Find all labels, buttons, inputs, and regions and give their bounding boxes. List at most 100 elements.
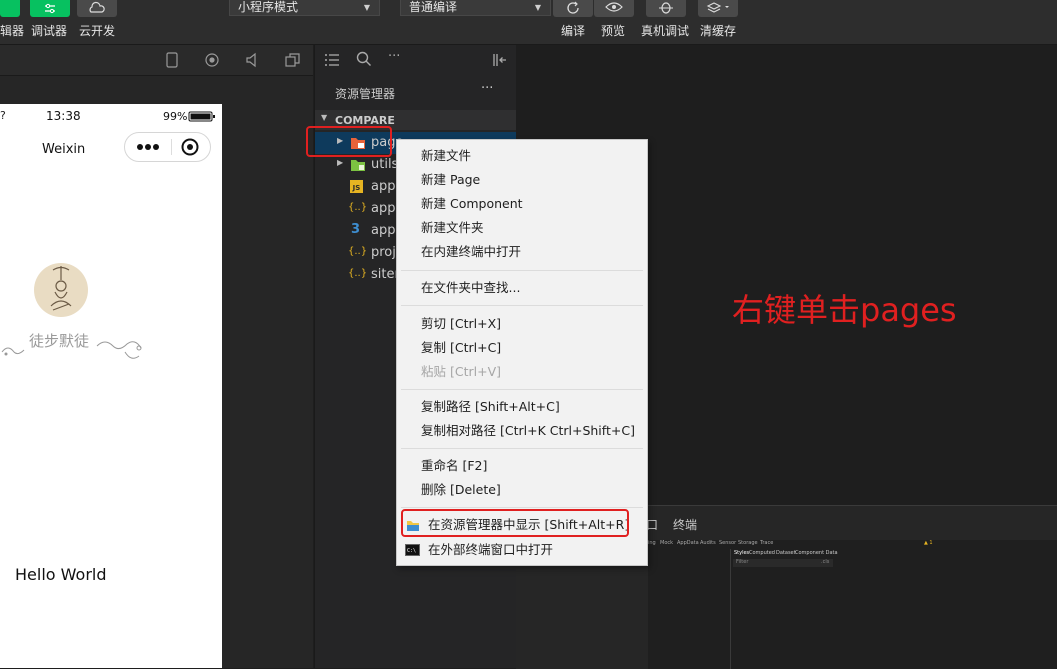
- devtools-tab[interactable]: Audits: [700, 540, 716, 546]
- eye-icon: [605, 2, 623, 12]
- record-icon[interactable]: [204, 52, 220, 68]
- tree-label: utils: [371, 157, 399, 172]
- clear-cache-button[interactable]: [698, 0, 738, 17]
- bug-icon: [659, 2, 673, 14]
- css-file-icon: 3: [351, 222, 361, 237]
- nickname: 徒步默徒: [29, 332, 90, 350]
- list-icon[interactable]: [324, 52, 340, 68]
- compile-select-value: 普通编译: [409, 0, 458, 14]
- subtab-computed[interactable]: Computed: [749, 550, 775, 556]
- close-capsule-icon[interactable]: [180, 137, 200, 157]
- simulator-toolbar: [0, 45, 313, 76]
- toolbar-label-editor: 辑器: [0, 24, 25, 38]
- devtools-tab[interactable]: Mock: [660, 540, 673, 546]
- devtools-tab[interactable]: Trace: [760, 540, 773, 546]
- menu-item-delete[interactable]: 删除 [Delete]: [421, 479, 501, 501]
- highlight-reveal-box: [401, 509, 629, 537]
- menu-item-new-component[interactable]: 新建 Component: [421, 193, 523, 215]
- collapse-panel-icon[interactable]: [492, 52, 508, 68]
- toolbar-label-preview: 预览: [601, 24, 626, 38]
- volume-icon[interactable]: [244, 52, 260, 68]
- warning-count: ▲ 1: [924, 540, 933, 546]
- subtab-dataset[interactable]: Dataset: [776, 550, 796, 556]
- menu-item-new-page[interactable]: 新建 Page: [421, 169, 480, 191]
- explorer-more-button[interactable]: ···: [481, 81, 493, 96]
- styles-subtabs: Styles Computed Dataset Component Data: [732, 550, 954, 558]
- svg-text:C:\: C:\: [407, 548, 416, 554]
- toolbar-label-debugger: 调试器: [31, 24, 68, 38]
- nickname-ornament-right-icon: [96, 341, 142, 359]
- devtools-tab[interactable]: Sensor: [719, 540, 736, 546]
- chevron-down-icon: ▼: [321, 113, 328, 122]
- terminal-icon: C:\: [405, 544, 420, 556]
- cls-toggle[interactable]: .cls: [821, 559, 829, 565]
- js-file-icon: JS: [350, 180, 363, 193]
- capsule-menu[interactable]: [124, 132, 211, 162]
- battery-percent: 99%: [163, 110, 188, 123]
- more-dots-icon[interactable]: [135, 142, 165, 152]
- folder-utils-icon: [351, 160, 365, 171]
- devtools-tabs: ing Mock AppData Audits Sensor Storage T…: [648, 540, 1057, 549]
- menu-item-cut[interactable]: 剪切 [Ctrl+X]: [421, 313, 501, 335]
- devtools-tab[interactable]: AppData: [677, 540, 699, 546]
- tab-terminal[interactable]: 终端: [673, 516, 697, 533]
- hello-text: Hello World: [15, 565, 107, 584]
- compile-mode-select[interactable]: 普通编译 ▼: [400, 0, 551, 16]
- chevron-right-icon: ▶: [337, 158, 344, 167]
- mode-select[interactable]: 小程序模式 ▼: [229, 0, 380, 16]
- highlight-pages-box: [306, 126, 392, 157]
- menu-item-copy-relative-path[interactable]: 复制相对路径 [Ctrl+K Ctrl+Shift+C]: [421, 420, 635, 442]
- nickname-ornament-left-icon: [1, 347, 25, 356]
- devtools-area: ing Mock AppData Audits Sensor Storage T…: [648, 540, 1057, 669]
- json-file-icon: {..}: [348, 268, 368, 279]
- top-toolbar: 辑器 调试器 云开发 小程序模式 ▼ 普通编译 ▼ 编译 预览 真机调试 清缓存: [0, 0, 1057, 45]
- menu-item-paste: 粘贴 [Ctrl+V]: [421, 364, 501, 379]
- toolbar-label-cloud: 云开发: [79, 24, 116, 38]
- cloud-icon: [89, 1, 105, 13]
- status-time: 13:38: [46, 109, 81, 123]
- avatar: [34, 263, 88, 317]
- more-options-icon[interactable]: ···: [388, 49, 400, 64]
- subtab-styles[interactable]: Styles: [734, 550, 749, 556]
- menu-item-copy[interactable]: 复制 [Ctrl+C]: [421, 337, 501, 359]
- refresh-icon: [567, 1, 579, 14]
- menu-item-rename[interactable]: 重命名 [F2]: [421, 455, 487, 477]
- editor-toggle-button[interactable]: [0, 0, 20, 17]
- subtab-component-data[interactable]: Component Data: [795, 550, 838, 556]
- sliders-icon: [45, 3, 55, 14]
- caret-down-icon: ▼: [363, 3, 370, 12]
- devtools-tab[interactable]: ing: [648, 540, 656, 546]
- phone-screen: ? 13:38 99% Weixin 徒步默徒 Hello World: [0, 104, 222, 668]
- json-file-icon: {..}: [348, 202, 368, 213]
- search-icon[interactable]: [356, 51, 372, 67]
- menu-item-new-folder[interactable]: 新建文件夹: [421, 217, 484, 239]
- menu-item-open-external-terminal[interactable]: 在外部终端窗口中打开: [428, 539, 553, 561]
- layers-icon: [706, 2, 729, 13]
- menu-item-open-terminal[interactable]: 在内建终端中打开: [421, 241, 521, 263]
- context-menu: 新建文件 新建 Page 新建 Component 新建文件夹 在内建终端中打开…: [396, 139, 648, 566]
- annotation-text: 右键单击pages: [732, 291, 957, 329]
- battery-icon: [188, 111, 215, 122]
- json-file-icon: {..}: [348, 246, 368, 257]
- remote-debug-button[interactable]: [646, 0, 686, 17]
- preview-button[interactable]: [594, 0, 634, 17]
- debugger-toggle-button[interactable]: [30, 0, 70, 17]
- compile-button[interactable]: [553, 0, 593, 17]
- phone-icon[interactable]: [165, 52, 179, 68]
- mode-select-value: 小程序模式: [238, 0, 299, 14]
- toolbar-label-compile: 编译: [561, 24, 586, 38]
- nav-title: Weixin: [42, 142, 86, 157]
- signal-icon: ?: [0, 109, 6, 122]
- devtools-tab[interactable]: Storage: [738, 540, 758, 546]
- menu-item-find-in-folder[interactable]: 在文件夹中查找...: [421, 277, 520, 299]
- explorer-title: 资源管理器: [335, 87, 396, 101]
- styles-filter-input[interactable]: Filter .cls: [733, 559, 833, 567]
- menu-item-new-file[interactable]: 新建文件: [421, 145, 471, 167]
- multi-window-icon[interactable]: [285, 52, 301, 68]
- filter-placeholder: Filter: [736, 559, 749, 565]
- caret-down-icon: ▼: [534, 3, 541, 12]
- toolbar-label-clear-cache: 清缓存: [700, 24, 737, 38]
- toolbar-label-remote-debug: 真机调试: [641, 24, 690, 38]
- menu-item-copy-path[interactable]: 复制路径 [Shift+Alt+C]: [421, 396, 560, 418]
- cloud-dev-button[interactable]: [77, 0, 117, 17]
